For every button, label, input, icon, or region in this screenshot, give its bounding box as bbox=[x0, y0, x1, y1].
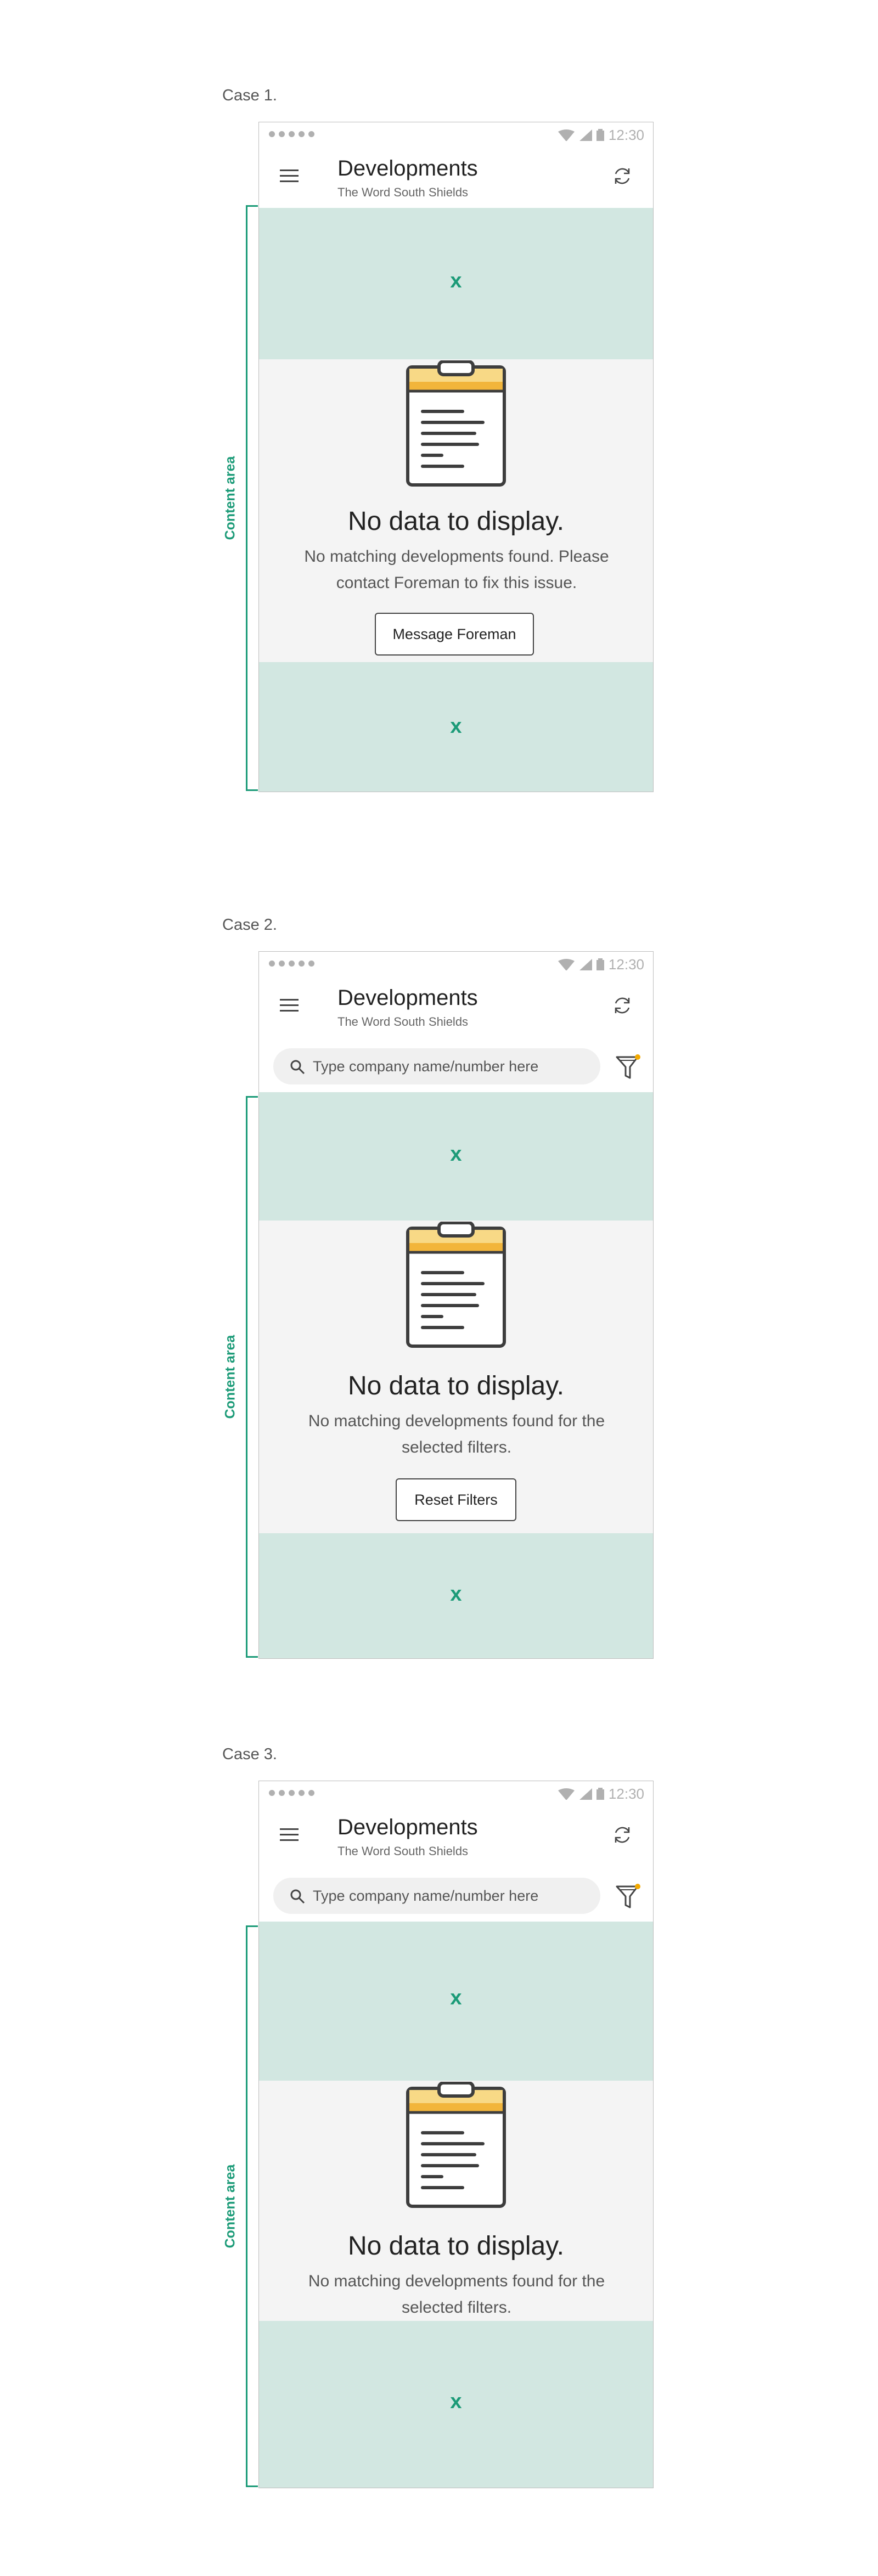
case-label: Case 2. bbox=[222, 916, 277, 934]
content-area-bracket bbox=[246, 205, 258, 791]
signal-dots bbox=[269, 131, 314, 137]
search-input[interactable]: Type company name/number here bbox=[273, 1878, 600, 1914]
case-label: Case 3. bbox=[222, 1745, 277, 1763]
placeholder-x: x bbox=[450, 1143, 462, 1166]
empty-state-message: No matching developments found. Please c… bbox=[304, 547, 609, 592]
content-area-label: Content area bbox=[222, 2164, 238, 2249]
filter-icon[interactable] bbox=[616, 1883, 641, 1911]
search-placeholder: Type company name/number here bbox=[313, 1058, 539, 1075]
search-icon bbox=[290, 1889, 305, 1904]
clipboard-icon bbox=[406, 1222, 506, 1348]
content-area-label: Content area bbox=[222, 1335, 238, 1419]
search-icon bbox=[290, 1060, 305, 1075]
phone-frame: 12:30 Developments The Word South Shield… bbox=[258, 951, 654, 1659]
placeholder-bottom: x bbox=[259, 1533, 653, 1658]
placeholder-bottom: x bbox=[259, 2321, 653, 2488]
clipboard-icon bbox=[406, 2082, 506, 2208]
app-bar: Developments The Word South Shields bbox=[259, 970, 653, 1037]
wifi-icon bbox=[558, 958, 575, 971]
phone-frame: 12:30 Developments The Word South Shield… bbox=[258, 1781, 654, 2488]
page-subtitle: The Word South Shields bbox=[337, 1844, 469, 1858]
search-row: Type company name/number here bbox=[259, 1037, 653, 1092]
message-foreman-button[interactable]: Message Foreman bbox=[375, 613, 534, 656]
refresh-icon[interactable] bbox=[611, 995, 633, 1016]
filter-icon[interactable] bbox=[616, 1054, 641, 1081]
status-bar: 12:30 bbox=[259, 952, 653, 973]
search-placeholder: Type company name/number here bbox=[313, 1888, 539, 1904]
empty-state: No data to display. No matching developm… bbox=[259, 2081, 653, 2321]
empty-state: No data to display. No matching developm… bbox=[259, 359, 653, 662]
refresh-icon[interactable] bbox=[611, 165, 633, 187]
placeholder-top: x bbox=[259, 1922, 653, 2081]
placeholder-x: x bbox=[450, 2390, 462, 2413]
page-title: Developments bbox=[337, 1815, 478, 1839]
refresh-icon[interactable] bbox=[611, 1824, 633, 1846]
phone-frame: 12:30 Developments The Word South Shield… bbox=[258, 122, 654, 792]
content-area-bracket bbox=[246, 1096, 258, 1658]
menu-icon[interactable] bbox=[280, 170, 299, 183]
empty-state-title: No data to display. bbox=[347, 507, 564, 536]
empty-state-title: No data to display. bbox=[347, 2232, 564, 2261]
placeholder-top: x bbox=[259, 208, 653, 359]
placeholder-x: x bbox=[450, 715, 462, 738]
search-input[interactable]: Type company name/number here bbox=[273, 1048, 600, 1084]
placeholder-bottom: x bbox=[259, 662, 653, 792]
signal-dots bbox=[269, 961, 314, 967]
signal-icon bbox=[578, 958, 592, 971]
placeholder-top: x bbox=[259, 1092, 653, 1221]
app-bar: Developments The Word South Shields bbox=[259, 1800, 653, 1867]
reset-filters-button[interactable]: Reset Filters bbox=[396, 1478, 516, 1521]
app-bar: Developments The Word South Shields bbox=[259, 141, 653, 208]
content-area-label: Content area bbox=[222, 456, 238, 540]
page-title: Developments bbox=[337, 986, 478, 1010]
menu-icon[interactable] bbox=[280, 1828, 299, 1841]
signal-icon bbox=[578, 129, 592, 142]
placeholder-x: x bbox=[450, 269, 462, 292]
empty-state-message: No matching developments found for the s… bbox=[308, 1412, 605, 1456]
content-area-bracket bbox=[246, 1925, 258, 2487]
battery-icon bbox=[596, 128, 604, 142]
placeholder-x: x bbox=[450, 1583, 462, 1606]
clipboard-icon bbox=[406, 360, 506, 487]
empty-state-title: No data to display. bbox=[347, 1371, 564, 1400]
wifi-icon bbox=[558, 129, 575, 142]
page-subtitle: The Word South Shields bbox=[337, 185, 469, 199]
page-subtitle: The Word South Shields bbox=[337, 1015, 469, 1029]
placeholder-x: x bbox=[450, 1986, 462, 2009]
empty-state-message: No matching developments found for the s… bbox=[308, 2272, 605, 2317]
empty-state: No data to display. No matching developm… bbox=[259, 1221, 653, 1533]
search-row: Type company name/number here bbox=[259, 1867, 653, 1922]
page-title: Developments bbox=[337, 156, 478, 180]
status-bar: 12:30 bbox=[259, 1781, 653, 1802]
wifi-icon bbox=[558, 1788, 575, 1800]
menu-icon[interactable] bbox=[280, 999, 299, 1012]
signal-dots bbox=[269, 1790, 314, 1796]
battery-icon bbox=[596, 958, 604, 971]
signal-icon bbox=[578, 1788, 592, 1800]
battery-icon bbox=[596, 1787, 604, 1801]
case-label: Case 1. bbox=[222, 87, 277, 104]
status-bar: 12:30 bbox=[259, 122, 653, 143]
